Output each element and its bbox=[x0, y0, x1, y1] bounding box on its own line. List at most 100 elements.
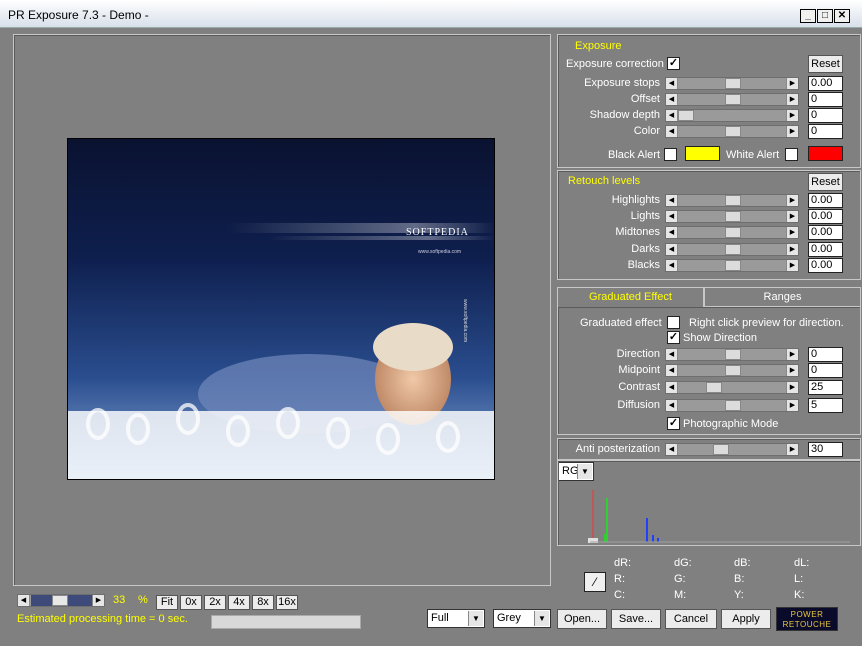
minimize-button[interactable]: _ bbox=[800, 9, 816, 23]
highlights-slider[interactable]: ◀ ▶ bbox=[665, 194, 799, 207]
exposure-stops-value-field[interactable]: 0.00 bbox=[808, 76, 843, 91]
cancel-button[interactable]: Cancel bbox=[665, 609, 717, 629]
open-button[interactable]: Open... bbox=[557, 609, 607, 629]
offset-value-field[interactable]: 0 bbox=[808, 92, 843, 107]
retouch-reset-button[interactable]: Reset bbox=[808, 173, 843, 191]
lights-value-field[interactable]: 0.00 bbox=[808, 209, 843, 224]
blacks-value-field[interactable]: 0.00 bbox=[808, 258, 843, 273]
blacks-slider-thumb[interactable] bbox=[725, 260, 741, 271]
highlights-value-field[interactable]: 0.00 bbox=[808, 193, 843, 208]
darks-slider[interactable]: ◀ ▶ bbox=[665, 243, 799, 256]
tab-ranges[interactable]: Ranges bbox=[704, 287, 861, 307]
white-alert-color-swatch[interactable] bbox=[808, 146, 843, 161]
right-arrow-icon[interactable]: ▶ bbox=[786, 211, 798, 222]
anti-posterization-slider[interactable]: ◀ ▶ bbox=[665, 443, 799, 456]
highlights-slider-thumb[interactable] bbox=[725, 195, 741, 206]
blacks-slider[interactable]: ◀ ▶ bbox=[665, 259, 799, 272]
color-slider-thumb[interactable] bbox=[725, 126, 741, 137]
zoom-8x-button[interactable]: 8x bbox=[252, 595, 274, 610]
photographic-mode-checkbox[interactable]: ✓ bbox=[667, 417, 680, 430]
left-arrow-icon[interactable]: ◀ bbox=[666, 211, 678, 222]
right-arrow-icon[interactable]: ▶ bbox=[786, 94, 798, 105]
zoom-thumb[interactable] bbox=[52, 595, 68, 606]
lights-slider-thumb[interactable] bbox=[725, 211, 741, 222]
left-arrow-icon[interactable]: ◀ bbox=[666, 110, 678, 121]
white-alert-checkbox[interactable] bbox=[785, 148, 798, 161]
graduated-effect-checkbox[interactable] bbox=[667, 316, 680, 329]
shadow-depth-slider[interactable]: ◀ ▶ bbox=[665, 109, 799, 122]
left-arrow-icon[interactable]: ◀ bbox=[666, 382, 678, 393]
show-direction-checkbox[interactable]: ✓ bbox=[667, 331, 680, 344]
left-arrow-icon[interactable]: ◀ bbox=[666, 244, 678, 255]
close-button[interactable]: ✕ bbox=[834, 9, 850, 23]
exposure-stops-slider[interactable]: ◀ ▶ bbox=[665, 77, 799, 90]
preview-image[interactable]: SOFTPEDIA www.softpedia.com www.softpedi… bbox=[67, 138, 495, 480]
right-arrow-icon[interactable]: ▶ bbox=[786, 365, 798, 376]
maximize-button[interactable]: □ bbox=[817, 9, 833, 23]
diffusion-slider[interactable]: ◀ ▶ bbox=[665, 399, 799, 412]
right-arrow-icon[interactable]: ▶ bbox=[786, 400, 798, 411]
direction-slider-thumb[interactable] bbox=[725, 349, 741, 360]
zoom-left-arrow-icon[interactable]: ◀ bbox=[18, 595, 30, 606]
left-arrow-icon[interactable]: ◀ bbox=[666, 195, 678, 206]
zoom-0x-button[interactable]: 0x bbox=[180, 595, 202, 610]
background-select[interactable]: Grey ▼ bbox=[493, 609, 551, 628]
right-arrow-icon[interactable]: ▶ bbox=[786, 227, 798, 238]
offset-slider-thumb[interactable] bbox=[725, 94, 741, 105]
left-arrow-icon[interactable]: ◀ bbox=[666, 78, 678, 89]
midtones-slider-thumb[interactable] bbox=[725, 227, 741, 238]
contrast-slider[interactable]: ◀ ▶ bbox=[665, 381, 799, 394]
exposure-stops-slider-thumb[interactable] bbox=[725, 78, 741, 89]
right-arrow-icon[interactable]: ▶ bbox=[786, 110, 798, 121]
darks-slider-thumb[interactable] bbox=[725, 244, 741, 255]
left-arrow-icon[interactable]: ◀ bbox=[666, 126, 678, 137]
midpoint-slider-thumb[interactable] bbox=[725, 365, 741, 376]
midpoint-slider[interactable]: ◀ ▶ bbox=[665, 364, 799, 377]
right-arrow-icon[interactable]: ▶ bbox=[786, 444, 798, 455]
direction-slider[interactable]: ◀ ▶ bbox=[665, 348, 799, 361]
right-arrow-icon[interactable]: ▶ bbox=[786, 195, 798, 206]
tab-graduated-effect[interactable]: Graduated Effect bbox=[557, 287, 704, 307]
left-arrow-icon[interactable]: ◀ bbox=[666, 227, 678, 238]
midtones-value-field[interactable]: 0.00 bbox=[808, 225, 843, 240]
right-arrow-icon[interactable]: ▶ bbox=[786, 244, 798, 255]
power-retouche-logo[interactable]: POWER RETOUCHE bbox=[776, 607, 838, 631]
apply-button[interactable]: Apply bbox=[721, 609, 771, 629]
save-button[interactable]: Save... bbox=[611, 609, 661, 629]
right-arrow-icon[interactable]: ▶ bbox=[786, 260, 798, 271]
zoom-2x-button[interactable]: 2x bbox=[204, 595, 226, 610]
left-arrow-icon[interactable]: ◀ bbox=[666, 400, 678, 411]
diffusion-value-field[interactable]: 5 bbox=[808, 398, 843, 413]
right-arrow-icon[interactable]: ▶ bbox=[786, 78, 798, 89]
zoom-4x-button[interactable]: 4x bbox=[228, 595, 250, 610]
left-arrow-icon[interactable]: ◀ bbox=[666, 94, 678, 105]
anti-posterization-value-field[interactable]: 30 bbox=[808, 442, 843, 457]
midpoint-value-field[interactable]: 0 bbox=[808, 363, 843, 378]
direction-value-field[interactable]: 0 bbox=[808, 347, 843, 362]
left-arrow-icon[interactable]: ◀ bbox=[666, 365, 678, 376]
black-alert-color-swatch[interactable] bbox=[685, 146, 720, 161]
color-value-field[interactable]: 0 bbox=[808, 124, 843, 139]
zoom-slider[interactable]: ◀ ▶ bbox=[17, 594, 105, 607]
color-slider[interactable]: ◀ ▶ bbox=[665, 125, 799, 138]
exposure-reset-button[interactable]: Reset bbox=[808, 55, 843, 73]
right-arrow-icon[interactable]: ▶ bbox=[786, 349, 798, 360]
zoom-16x-button[interactable]: 16x bbox=[276, 595, 298, 610]
anti-posterization-slider-thumb[interactable] bbox=[713, 444, 729, 455]
darks-value-field[interactable]: 0.00 bbox=[808, 242, 843, 257]
zoom-right-arrow-icon[interactable]: ▶ bbox=[92, 595, 104, 606]
right-arrow-icon[interactable]: ▶ bbox=[786, 126, 798, 137]
contrast-value-field[interactable]: 25 bbox=[808, 380, 843, 395]
eyedropper-icon[interactable]: ⁄ bbox=[584, 572, 606, 592]
diffusion-slider-thumb[interactable] bbox=[725, 400, 741, 411]
contrast-slider-thumb[interactable] bbox=[706, 382, 722, 393]
zoom-fit-button[interactable]: Fit bbox=[156, 595, 178, 610]
shadow-depth-value-field[interactable]: 0 bbox=[808, 108, 843, 123]
shadow-depth-slider-thumb[interactable] bbox=[678, 110, 694, 121]
quality-select[interactable]: Full ▼ bbox=[427, 609, 485, 628]
offset-slider[interactable]: ◀ ▶ bbox=[665, 93, 799, 106]
exposure-correction-checkbox[interactable]: ✓ bbox=[667, 57, 680, 70]
lights-slider[interactable]: ◀ ▶ bbox=[665, 210, 799, 223]
left-arrow-icon[interactable]: ◀ bbox=[666, 349, 678, 360]
left-arrow-icon[interactable]: ◀ bbox=[666, 260, 678, 271]
